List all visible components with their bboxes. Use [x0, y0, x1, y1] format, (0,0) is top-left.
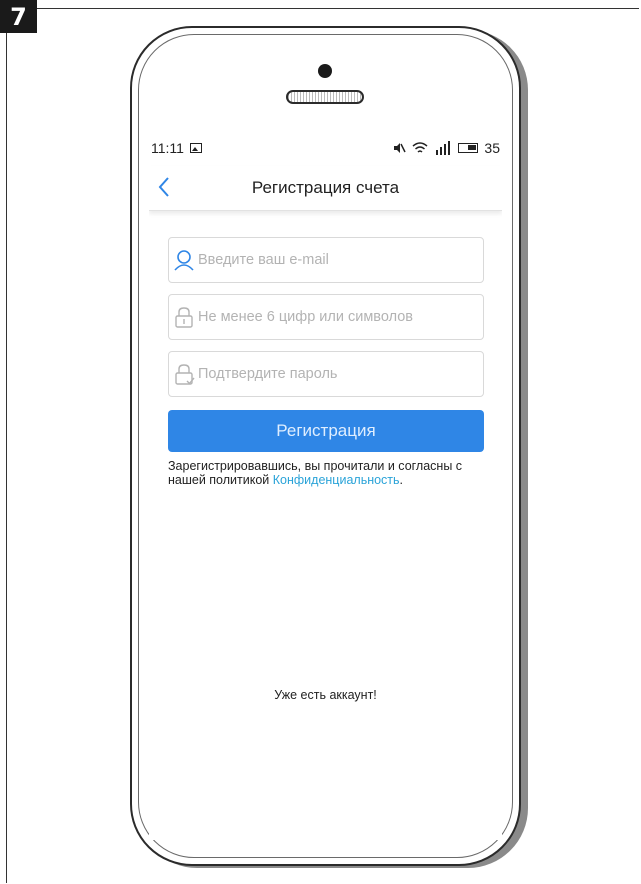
wifi-icon: [412, 141, 428, 153]
image-icon: [189, 143, 202, 153]
step-badge: 7: [0, 0, 37, 33]
camera-icon: [318, 64, 332, 78]
confirm-password-field[interactable]: [168, 351, 484, 397]
chevron-left-icon[interactable]: [155, 174, 175, 200]
user-icon: [174, 250, 194, 271]
confirm-password-input[interactable]: [198, 366, 478, 382]
privacy-policy-link[interactable]: Конфиденциальность: [273, 473, 400, 487]
mute-icon: [394, 143, 407, 153]
battery-level: 35: [484, 140, 500, 156]
battery-icon: [458, 143, 479, 153]
terms-text: Зарегистрировавшись, вы прочитали и согл…: [168, 459, 498, 487]
email-field[interactable]: [168, 237, 484, 283]
signal-icon: [436, 141, 451, 155]
lock-icon: [175, 307, 193, 328]
register-button[interactable]: Регистрация: [168, 410, 484, 452]
email-input[interactable]: [198, 252, 478, 268]
lock-check-icon: [175, 364, 195, 385]
speaker-grille: [286, 90, 364, 104]
existing-account-link[interactable]: Уже есть аккаунт!: [149, 688, 502, 702]
page-title: Регистрация счета: [251, 178, 400, 197]
status-bar: 11:11 35: [149, 130, 502, 166]
password-field[interactable]: [168, 294, 484, 340]
phone-screen: 11:11 35 Регистрация счета Введите ваш e…: [149, 130, 502, 840]
status-time: 11:11: [151, 140, 184, 156]
nav-bar: Регистрация счета: [149, 166, 502, 211]
terms-suffix: .: [399, 473, 404, 487]
password-input[interactable]: [198, 309, 478, 325]
